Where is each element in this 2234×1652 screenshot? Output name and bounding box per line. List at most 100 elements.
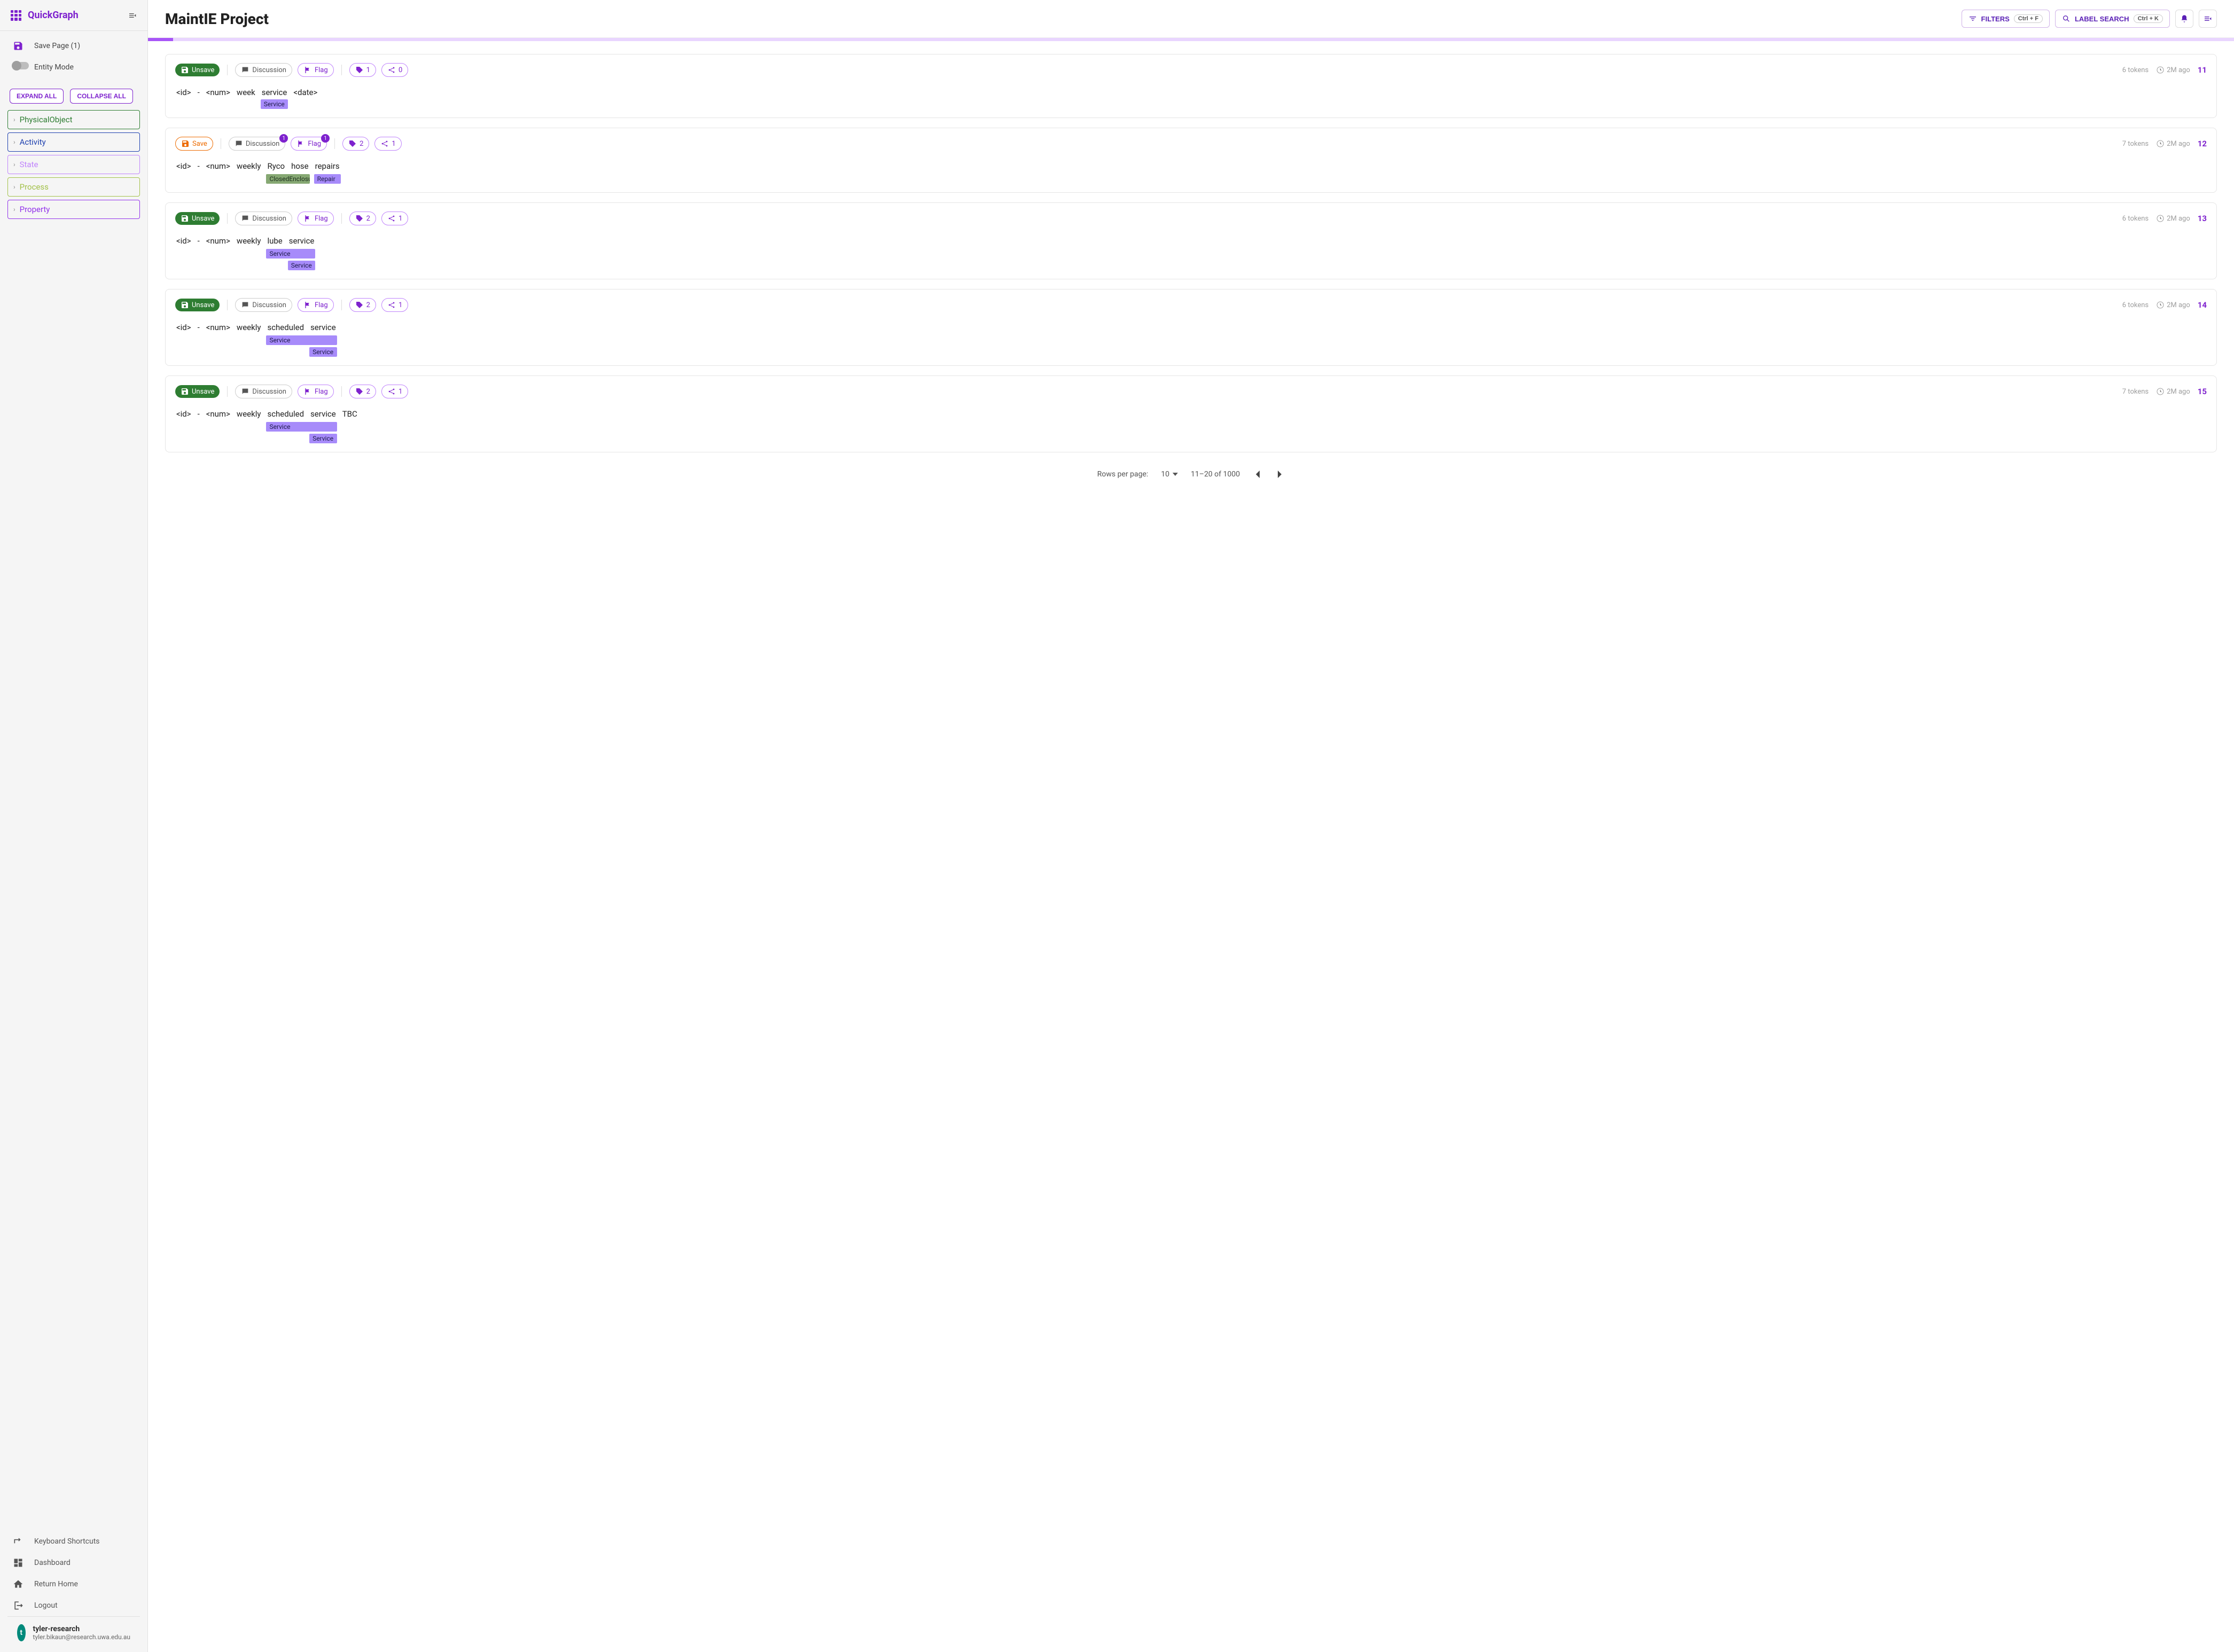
discussion-button[interactable]: Discussion (235, 298, 292, 312)
toggle-icon[interactable] (13, 62, 24, 73)
logout-item[interactable]: Logout (0, 1595, 147, 1616)
token[interactable]: service (309, 322, 337, 333)
token[interactable]: serviceService (261, 87, 288, 109)
token[interactable]: hose (290, 160, 310, 172)
discussion-button[interactable]: Discussion (235, 63, 292, 77)
keyboard-shortcuts-item[interactable]: Keyboard Shortcuts (0, 1531, 147, 1552)
token[interactable]: - (197, 235, 201, 247)
discussion-button[interactable]: Discussion (235, 212, 292, 225)
token[interactable]: week (236, 87, 256, 109)
unsave-button[interactable]: Unsave (175, 385, 220, 398)
annotation-span-label[interactable]: Service (266, 422, 337, 432)
token[interactable]: Ryco (266, 160, 286, 172)
user-email: tyler.bikaun@research.uwa.edu.au (33, 1633, 130, 1641)
entity-mode-item[interactable]: Entity Mode (0, 57, 147, 78)
token[interactable]: <id> (175, 322, 192, 333)
panel-toggle-button[interactable] (2199, 10, 2217, 28)
flag-button[interactable]: Flag (298, 385, 334, 398)
token[interactable]: service (288, 235, 316, 247)
flag-button[interactable]: Flag (298, 212, 334, 225)
token[interactable]: weekly (236, 408, 262, 420)
token[interactable]: <num> (205, 322, 231, 333)
tag-count-button[interactable]: 2 (349, 385, 376, 398)
dashboard-item[interactable]: Dashboard (0, 1552, 147, 1573)
token[interactable]: <num> (205, 87, 231, 109)
token[interactable]: scheduled (266, 408, 305, 420)
token[interactable]: weekly (236, 322, 262, 333)
token[interactable]: scheduled (266, 322, 305, 333)
token[interactable]: - (197, 160, 201, 172)
tag-icon (355, 387, 364, 396)
share-count-button[interactable]: 1 (381, 298, 408, 312)
collapse-all-button[interactable]: COLLAPSE ALL (70, 89, 133, 104)
flag-button[interactable]: Flag1 (291, 137, 327, 151)
category-property[interactable]: ›Property (7, 200, 140, 219)
chevron-right-icon: › (13, 206, 15, 213)
annotation-label[interactable]: Service (261, 99, 288, 109)
label-search-button[interactable]: LABEL SEARCH Ctrl + K (2055, 10, 2170, 28)
token[interactable]: lube (266, 235, 283, 247)
filters-button[interactable]: FILTERS Ctrl + F (1962, 10, 2050, 28)
tag-count-button[interactable]: 1 (349, 63, 376, 77)
divider (227, 386, 228, 397)
token-text: repairs (314, 160, 341, 172)
tag-count-button[interactable]: 2 (342, 137, 369, 151)
token[interactable]: <id> (175, 235, 192, 247)
save-page-item[interactable]: Save Page (1) (0, 35, 147, 57)
category-state[interactable]: ›State (7, 155, 140, 174)
discussion-button[interactable]: Discussion (235, 385, 292, 398)
logo[interactable]: QuickGraph (11, 10, 79, 21)
token[interactable]: weekly (236, 235, 262, 247)
token[interactable]: - (197, 322, 201, 333)
token[interactable]: TBC (341, 408, 358, 420)
token[interactable]: <num> (205, 235, 231, 247)
share-count-button[interactable]: 1 (381, 212, 408, 225)
next-page-button[interactable] (1275, 468, 1285, 480)
sidebar-collapse-button[interactable] (128, 11, 137, 20)
annotation-span-label[interactable]: Service (266, 249, 315, 259)
annotation-span-label[interactable]: Service (309, 347, 337, 357)
discussion-button[interactable]: Discussion1 (229, 137, 286, 151)
return-home-item[interactable]: Return Home (0, 1573, 147, 1595)
token[interactable]: - (197, 87, 201, 109)
token[interactable]: service (309, 408, 337, 420)
category-physicalobject[interactable]: ›PhysicalObject (7, 110, 140, 129)
share-count-button[interactable]: 0 (381, 63, 408, 77)
token[interactable]: <date> (292, 87, 318, 109)
unsave-button[interactable]: Unsave (175, 212, 220, 225)
annotation-span-label[interactable]: ClosedEnclosureGuidingObject (266, 174, 309, 184)
token[interactable]: <num> (205, 160, 231, 172)
unsave-button[interactable]: Unsave (175, 64, 220, 76)
unsave-button[interactable]: Unsave (175, 299, 220, 311)
token[interactable]: <num> (205, 408, 231, 420)
time-ago: 2M ago (2156, 301, 2190, 309)
token[interactable]: weekly (236, 160, 262, 172)
token[interactable]: - (197, 408, 201, 420)
user-row[interactable]: t tyler-research tyler.bikaun@research.u… (7, 1616, 140, 1649)
rows-per-page-select[interactable]: 10 (1161, 470, 1178, 479)
annotation-span-label[interactable]: Service (288, 261, 316, 270)
flag-button[interactable]: Flag (298, 298, 334, 312)
tag-count-button[interactable]: 2 (349, 212, 376, 225)
token[interactable]: <id> (175, 408, 192, 420)
share-count-button[interactable]: 1 (381, 385, 408, 398)
notifications-button[interactable] (2175, 10, 2193, 28)
expand-all-button[interactable]: EXPAND ALL (10, 89, 64, 104)
category-label: Activity (20, 137, 46, 147)
token[interactable]: <id> (175, 160, 192, 172)
annotation-span-label[interactable]: Service (309, 434, 337, 443)
token[interactable]: repairs (314, 160, 341, 172)
save-icon (181, 387, 189, 396)
clock-icon (2156, 214, 2165, 223)
token[interactable]: <id> (175, 87, 192, 109)
annotation-span-label[interactable]: Repair (314, 174, 341, 184)
prev-page-button[interactable] (1253, 468, 1262, 480)
token-text: service (309, 322, 337, 333)
save-button[interactable]: Save (175, 137, 213, 151)
annotation-span-label[interactable]: Service (266, 335, 337, 345)
category-activity[interactable]: ›Activity (7, 132, 140, 152)
flag-button[interactable]: Flag (298, 63, 334, 77)
tag-count-button[interactable]: 2 (349, 298, 376, 312)
share-count-button[interactable]: 1 (374, 137, 401, 151)
category-process[interactable]: ›Process (7, 177, 140, 197)
